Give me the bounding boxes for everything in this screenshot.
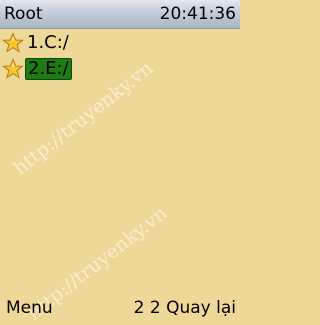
softkey-bar: Menu 2 2 Quay lại xyxy=(0,296,240,320)
drive-item-c[interactable]: 1.C:/ xyxy=(0,30,240,56)
star-folder-icon xyxy=(2,32,24,53)
back-softkey[interactable]: 2 2 Quay lại xyxy=(134,298,236,318)
drive-item-e[interactable]: 2.E:/ xyxy=(0,56,240,82)
title-bar: Root 20:41:36 xyxy=(0,0,240,29)
drive-label: 1.C:/ xyxy=(27,32,69,53)
star-folder-icon xyxy=(2,58,24,79)
drive-label: 2.E:/ xyxy=(25,58,72,80)
clock: 20:41:36 xyxy=(159,4,236,24)
drive-list: 1.C:/ 2.E:/ xyxy=(0,30,240,82)
menu-softkey[interactable]: Menu xyxy=(6,298,53,318)
screen-title: Root xyxy=(4,4,43,24)
